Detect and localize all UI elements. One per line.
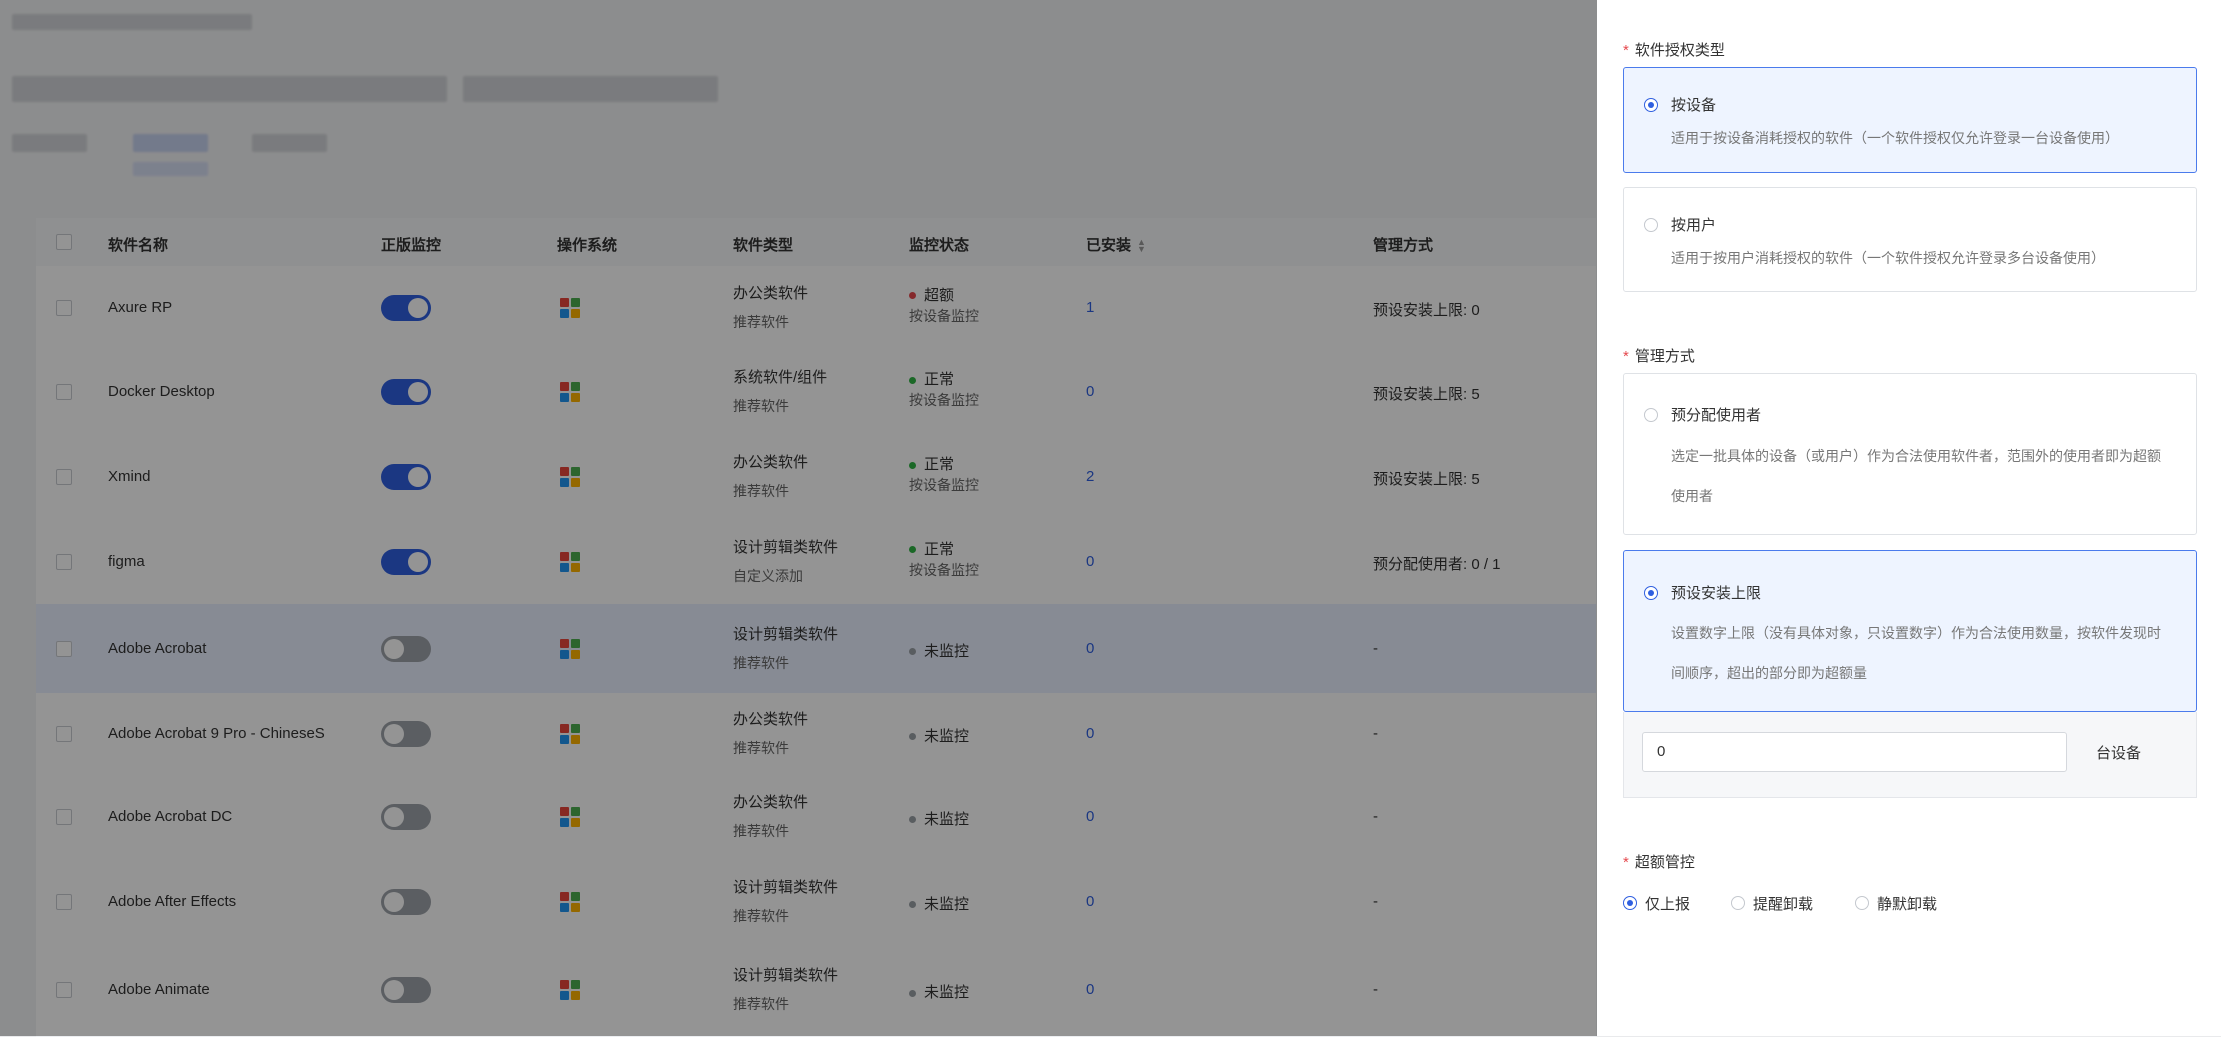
license-option-user-label: 按用户 xyxy=(1671,217,1717,234)
overage-option-report-label: 仅上报 xyxy=(1645,896,1691,913)
mgmt-option-limit[interactable]: 预设安装上限 设置数字上限（没有具体对象，只设置数字）作为合法使用数量，按软件发… xyxy=(1623,550,2197,712)
radio-device[interactable] xyxy=(1644,98,1658,112)
mgmt-option-preassign[interactable]: 预分配使用者 选定一批具体的设备（或用户）作为合法使用软件者，范围外的使用者即为… xyxy=(1623,373,2197,535)
overage-option-remind-label: 提醒卸载 xyxy=(1753,896,1814,913)
license-type-title: * 软件授权类型 xyxy=(1623,39,1725,60)
limit-unit-label: 台设备 xyxy=(2096,745,2142,762)
overage-option-silent-label: 静默卸载 xyxy=(1877,896,1938,913)
mgmt-option-limit-label: 预设安装上限 xyxy=(1671,585,1762,602)
mgmt-option-preassign-desc: 选定一批具体的设备（或用户）作为合法使用软件者，范围外的使用者即为超额使用者 xyxy=(1671,448,2161,504)
overage-title: * 超额管控 xyxy=(1623,851,1695,872)
limit-input[interactable]: 0 xyxy=(1642,732,2067,772)
required-mark: * xyxy=(1623,854,1629,871)
management-title: * 管理方式 xyxy=(1623,345,1695,366)
license-type-label: 软件授权类型 xyxy=(1634,42,1725,59)
license-option-device[interactable]: 按设备 适用于按设备消耗授权的软件（一个软件授权仅允许登录一台设备使用） xyxy=(1623,67,2197,173)
mgmt-option-preassign-label: 预分配使用者 xyxy=(1671,407,1762,424)
radio-limit[interactable] xyxy=(1644,586,1658,600)
overage-label: 超额管控 xyxy=(1634,854,1695,871)
license-settings-drawer: * 软件授权类型 按设备 适用于按设备消耗授权的软件（一个软件授权仅允许登录一台设… xyxy=(1597,0,2221,1036)
license-option-device-label: 按设备 xyxy=(1671,97,1717,114)
required-mark: * xyxy=(1623,348,1629,365)
modal-overlay[interactable] xyxy=(0,0,1597,1036)
required-mark: * xyxy=(1623,42,1629,59)
license-option-user-desc: 适用于按用户消耗授权的软件（一个软件授权允许登录多台设备使用） xyxy=(1671,250,2105,266)
radio-report[interactable] xyxy=(1623,896,1637,910)
radio-silent[interactable] xyxy=(1855,896,1869,910)
management-label: 管理方式 xyxy=(1634,348,1695,365)
radio-user[interactable] xyxy=(1644,218,1658,232)
license-option-user[interactable]: 按用户 适用于按用户消耗授权的软件（一个软件授权允许登录多台设备使用） xyxy=(1623,187,2197,292)
mgmt-option-limit-desc: 设置数字上限（没有具体对象，只设置数字）作为合法使用数量，按软件发现时间顺序，超… xyxy=(1671,625,2161,681)
radio-preassign[interactable] xyxy=(1644,408,1658,422)
license-option-device-desc: 适用于按设备消耗授权的软件（一个软件授权仅允许登录一台设备使用） xyxy=(1671,130,2119,146)
radio-remind[interactable] xyxy=(1731,896,1745,910)
